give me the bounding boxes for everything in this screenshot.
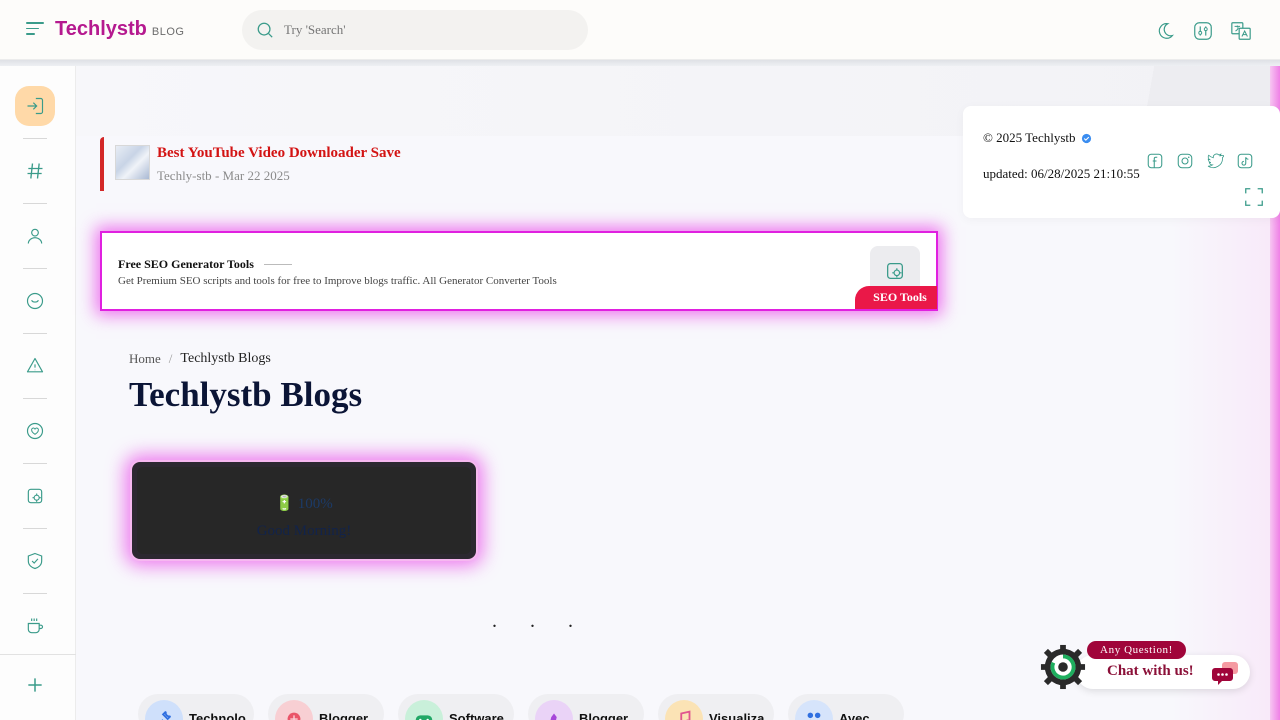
- translate-icon[interactable]: [1230, 20, 1252, 42]
- copyright-text: © 2025 Techlystb: [983, 130, 1076, 145]
- category-chips: Technolo Blogger Software Blogger Visual…: [138, 694, 904, 720]
- category-label: Technolo: [189, 711, 246, 720]
- sidebar-alert-icon[interactable]: [15, 346, 55, 386]
- sidebar-bottom-divider: [0, 654, 76, 655]
- post-title[interactable]: Best YouTube Video Downloader Save: [157, 145, 401, 162]
- sidebar-divider: [23, 268, 47, 269]
- pen-icon: [535, 700, 573, 720]
- fullscreen-button[interactable]: [1233, 183, 1280, 211]
- sidebar-divider: [23, 333, 47, 334]
- post-meta-separator: -: [214, 168, 220, 183]
- greeting-panel: 🔋 100% Good Morning!: [137, 467, 471, 554]
- sidebar-inbox-icon[interactable]: [15, 281, 55, 321]
- music-icon: [665, 700, 703, 720]
- blogger-icon: [275, 700, 313, 720]
- category-label: Blogger: [319, 711, 369, 720]
- apps-icon: [795, 700, 833, 720]
- category-chip[interactable]: Software: [398, 694, 514, 720]
- sidebar-divider: [23, 463, 47, 464]
- category-chip[interactable]: Blogger: [268, 694, 384, 720]
- category-chip[interactable]: Blogger: [528, 694, 644, 720]
- copyright: © 2025 Techlystb: [983, 130, 1092, 146]
- sidebar-shield-check-icon[interactable]: [15, 541, 55, 581]
- tiktok-icon[interactable]: [1236, 152, 1254, 170]
- sidebar-divider: [23, 398, 47, 399]
- sidebar-heart-icon[interactable]: [15, 411, 55, 451]
- sidebar-plus-icon[interactable]: [15, 665, 55, 705]
- breadcrumb-separator: /: [168, 351, 173, 366]
- sidebar-login-icon[interactable]: [15, 86, 55, 126]
- breadcrumb: Home / Techlystb Blogs: [129, 351, 271, 367]
- battery-status: 🔋 100%: [275, 496, 333, 512]
- greeting-message: Good Morning!: [256, 523, 352, 539]
- category-label: Software: [449, 711, 504, 720]
- category-label: Visualiza: [709, 711, 765, 720]
- logo-title: Techlystb: [55, 18, 147, 40]
- chat-gear-logo-icon: [1040, 644, 1086, 690]
- verified-badge-icon: [1081, 133, 1091, 143]
- facebook-icon[interactable]: [1146, 152, 1164, 170]
- post-author: Techly-stb: [157, 168, 212, 183]
- menu-icon[interactable]: [26, 22, 44, 38]
- top-header: Techlystb BLOG: [0, 0, 1280, 60]
- post-date: Mar 22 2025: [222, 168, 290, 183]
- social-links: [1146, 152, 1254, 170]
- page-title: Techlystb Blogs: [129, 375, 363, 414]
- chat-label[interactable]: Chat with us!: [1107, 663, 1194, 680]
- post-meta: Techly-stb - Mar 22 2025: [157, 168, 290, 184]
- gamepad-icon: [405, 700, 443, 720]
- breadcrumb-current: Techlystb Blogs: [180, 351, 271, 366]
- seo-card-title: Free SEO Generator Tools: [118, 257, 254, 271]
- seo-tools-card[interactable]: Free SEO Generator Tools Get Premium SEO…: [100, 231, 938, 311]
- settings-sliders-icon[interactable]: [1192, 20, 1214, 42]
- sidebar: [0, 66, 76, 720]
- sidebar-divider: [23, 203, 47, 204]
- sidebar-gear-icon[interactable]: [15, 476, 55, 516]
- twitter-icon[interactable]: [1206, 152, 1224, 170]
- sidebar-hashtag-icon[interactable]: [15, 151, 55, 191]
- seo-title-line: [264, 264, 292, 265]
- chat-bubble-icon: [1212, 662, 1238, 685]
- search-icon: [257, 22, 273, 38]
- fullscreen-icon: [1245, 188, 1263, 206]
- post-thumbnail[interactable]: [115, 145, 150, 180]
- right-decoration: [1125, 66, 1280, 106]
- logo-subtitle: BLOG: [151, 26, 185, 38]
- moon-icon[interactable]: [1154, 20, 1176, 42]
- seo-tools-tag[interactable]: SEO Tools: [855, 286, 937, 309]
- sidebar-divider: [23, 593, 47, 594]
- category-chip[interactable]: Technolo: [138, 694, 254, 720]
- sidebar-divider: [23, 138, 47, 139]
- seo-card-description: Get Premium SEO scripts and tools for fr…: [118, 275, 557, 287]
- category-chip[interactable]: Ayec: [788, 694, 904, 720]
- updated-timestamp: updated: 06/28/2025 21:10:55: [983, 166, 1140, 181]
- featured-post[interactable]: Best YouTube Video Downloader Save Techl…: [100, 137, 500, 191]
- instagram-icon[interactable]: [1176, 152, 1194, 170]
- sidebar-user-icon[interactable]: [15, 216, 55, 256]
- site-logo[interactable]: Techlystb BLOG: [55, 18, 184, 41]
- greeting-widget: 🔋 100% Good Morning!: [130, 460, 478, 561]
- sidebar-divider: [23, 528, 47, 529]
- tools-icon: [145, 700, 183, 720]
- category-label: Blogger: [579, 711, 629, 720]
- category-chip[interactable]: Visualiza: [658, 694, 774, 720]
- chat-badge: Any Question!: [1087, 641, 1186, 659]
- search-input[interactable]: [284, 22, 564, 38]
- chat-widget[interactable]: Any Question! Chat with us!: [1040, 641, 1252, 691]
- site-info-card: © 2025 Techlystb updated: 06/28/2025 21:…: [963, 106, 1280, 218]
- search-bar[interactable]: [242, 10, 588, 50]
- loading-dots: . . .: [492, 610, 587, 632]
- sidebar-coffee-icon[interactable]: [15, 606, 55, 646]
- post-accent-bar: [100, 137, 104, 191]
- category-label: Ayec: [839, 711, 870, 720]
- breadcrumb-home[interactable]: Home: [129, 351, 161, 367]
